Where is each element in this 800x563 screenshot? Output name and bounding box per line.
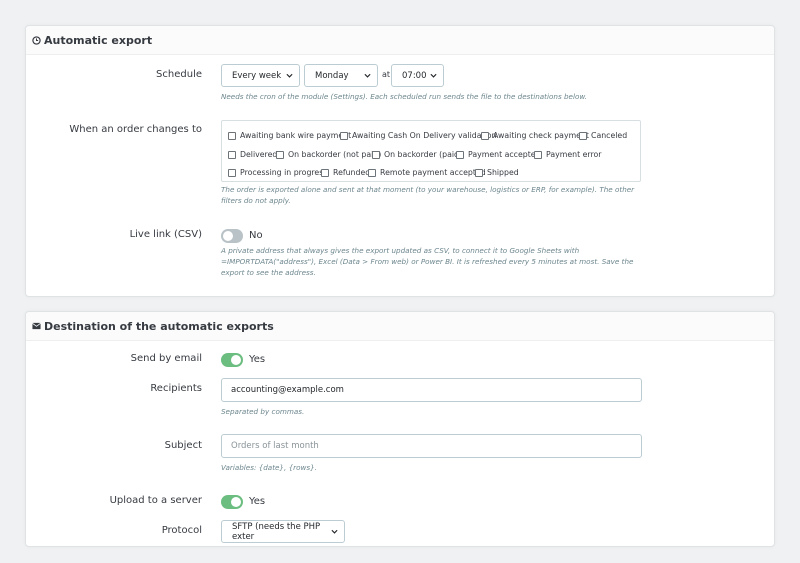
- status-checkbox[interactable]: Canceled: [579, 131, 627, 140]
- upload-label: Upload to a server: [109, 495, 202, 506]
- frequency-select[interactable]: Every week: [221, 64, 300, 87]
- day-value: Monday: [315, 70, 349, 81]
- automatic-export-panel: Automatic export Schedule Every week Mon…: [25, 25, 775, 297]
- live-link-toggle[interactable]: [221, 229, 243, 243]
- status-checkbox[interactable]: On backorder (paid): [372, 150, 462, 159]
- destination-title: Destination of the automatic exports: [44, 319, 274, 333]
- recipients-input[interactable]: accounting@example.com: [221, 378, 642, 402]
- frequency-value: Every week: [232, 70, 282, 81]
- recipients-label: Recipients: [150, 383, 202, 394]
- chevron-down-icon: [286, 72, 293, 82]
- send-by-email-toggle[interactable]: [221, 353, 243, 367]
- status-checkbox[interactable]: Remote payment accepted: [368, 168, 486, 177]
- destination-panel: Destination of the automatic exports Sen…: [25, 311, 775, 547]
- upload-toggle[interactable]: [221, 495, 243, 509]
- automatic-export-title: Automatic export: [44, 33, 153, 47]
- upload-state: Yes: [249, 496, 266, 507]
- send-by-email-state: Yes: [249, 354, 266, 365]
- at-label: at: [382, 70, 391, 79]
- destination-header: Destination of the automatic exports: [26, 312, 774, 341]
- protocol-select[interactable]: SFTP (needs the PHP exter: [221, 520, 345, 543]
- status-checkbox[interactable]: Shipped: [475, 168, 519, 177]
- protocol-value: SFTP (needs the PHP exter: [232, 521, 321, 542]
- subject-help: Variables: {date}, {rows}.: [221, 463, 317, 472]
- status-checkbox[interactable]: On backorder (not paid): [276, 150, 381, 159]
- subject-label: Subject: [164, 440, 202, 451]
- send-by-email-label: Send by email: [130, 353, 202, 364]
- status-checkbox[interactable]: Payment accepted: [456, 150, 541, 159]
- status-checkbox[interactable]: Awaiting bank wire payment: [228, 131, 351, 140]
- clock-icon: [32, 35, 41, 45]
- subject-input[interactable]: Orders of last month: [221, 434, 642, 458]
- live-link-state: No: [249, 230, 263, 241]
- status-checkbox[interactable]: Delivered: [228, 150, 277, 159]
- status-checkbox[interactable]: Payment error: [534, 150, 602, 159]
- chevron-down-icon: [331, 528, 338, 538]
- envelope-icon: [32, 322, 41, 330]
- status-checkbox[interactable]: Refunded: [321, 168, 370, 177]
- time-select[interactable]: 07:00: [391, 64, 444, 87]
- status-checkbox[interactable]: Awaiting check payment: [481, 131, 589, 140]
- order-changes-label: When an order changes to: [69, 124, 202, 135]
- day-select[interactable]: Monday: [304, 64, 378, 87]
- status-checkbox[interactable]: Processing in progress: [228, 168, 327, 177]
- automatic-export-header: Automatic export: [26, 26, 774, 55]
- time-value: 07:00: [402, 70, 427, 81]
- order-changes-help: The order is exported alone and sent at …: [221, 185, 635, 205]
- live-link-label: Live link (CSV): [129, 229, 202, 240]
- chevron-down-icon: [430, 72, 437, 82]
- recipients-help: Separated by commas.: [221, 407, 305, 416]
- protocol-label: Protocol: [161, 525, 202, 536]
- schedule-help: Needs the cron of the module (Settings).…: [221, 92, 588, 101]
- order-status-list: Awaiting bank wire payment Awaiting Cash…: [221, 120, 641, 182]
- chevron-down-icon: [364, 72, 371, 82]
- status-checkbox[interactable]: Awaiting Cash On Delivery validation: [340, 131, 496, 140]
- schedule-label: Schedule: [156, 69, 202, 80]
- live-link-help: A private address that always gives the …: [221, 246, 634, 277]
